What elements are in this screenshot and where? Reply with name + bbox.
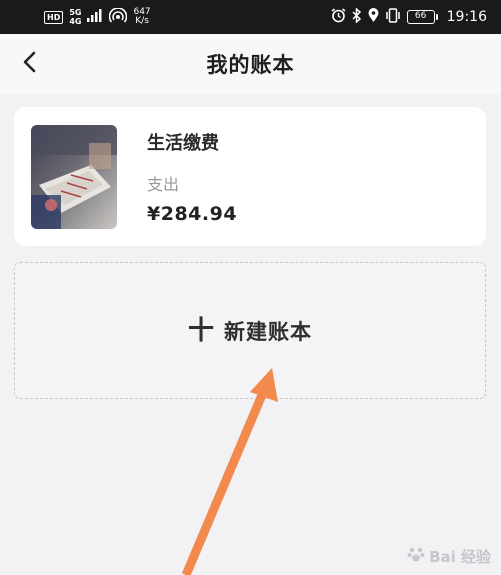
clock: 19:16	[446, 9, 487, 25]
watermark-text: Bai 经验	[429, 547, 491, 566]
signal-icon	[87, 9, 103, 25]
watermark: Bai 经验	[407, 545, 491, 567]
vibrate-icon	[385, 8, 401, 26]
back-button[interactable]	[14, 48, 44, 80]
new-account-book-button[interactable]: 十 新建账本	[14, 262, 486, 399]
network-type-bottom: 4G	[69, 17, 82, 26]
app-header: 我的账本	[0, 34, 501, 94]
speed-unit: K/s	[135, 16, 149, 26]
network-type: 5G 4G	[69, 8, 81, 26]
page-title: 我的账本	[206, 53, 295, 77]
hd-badge: HD	[44, 10, 64, 24]
network-type-top: 5G	[69, 8, 82, 17]
hotspot-icon	[109, 6, 128, 27]
plus-icon: 十	[187, 315, 214, 346]
book-type: 支出	[147, 175, 180, 194]
book-name: 生活缴费	[147, 133, 219, 154]
status-left: HD 5G 4G 647 K/s	[44, 6, 151, 27]
battery-icon: 66	[406, 10, 438, 24]
location-icon	[368, 8, 379, 26]
new-book-content: 十 新建账本	[188, 316, 312, 346]
bluetooth-icon	[352, 7, 362, 26]
book-amount: ¥284.94	[147, 203, 238, 225]
new-book-label: 新建账本	[224, 319, 312, 344]
paw-icon	[407, 545, 425, 567]
chevron-left-icon	[21, 50, 37, 78]
account-book-card[interactable]: 生活缴费 支出 ¥284.94	[14, 107, 486, 246]
alarm-icon	[331, 8, 346, 26]
book-cover-image	[31, 125, 117, 229]
network-speed: 647 K/s	[133, 8, 150, 26]
status-bar: HD 5G 4G 647 K/s 66 19:16	[0, 0, 501, 34]
status-right: 66 19:16	[331, 7, 487, 26]
